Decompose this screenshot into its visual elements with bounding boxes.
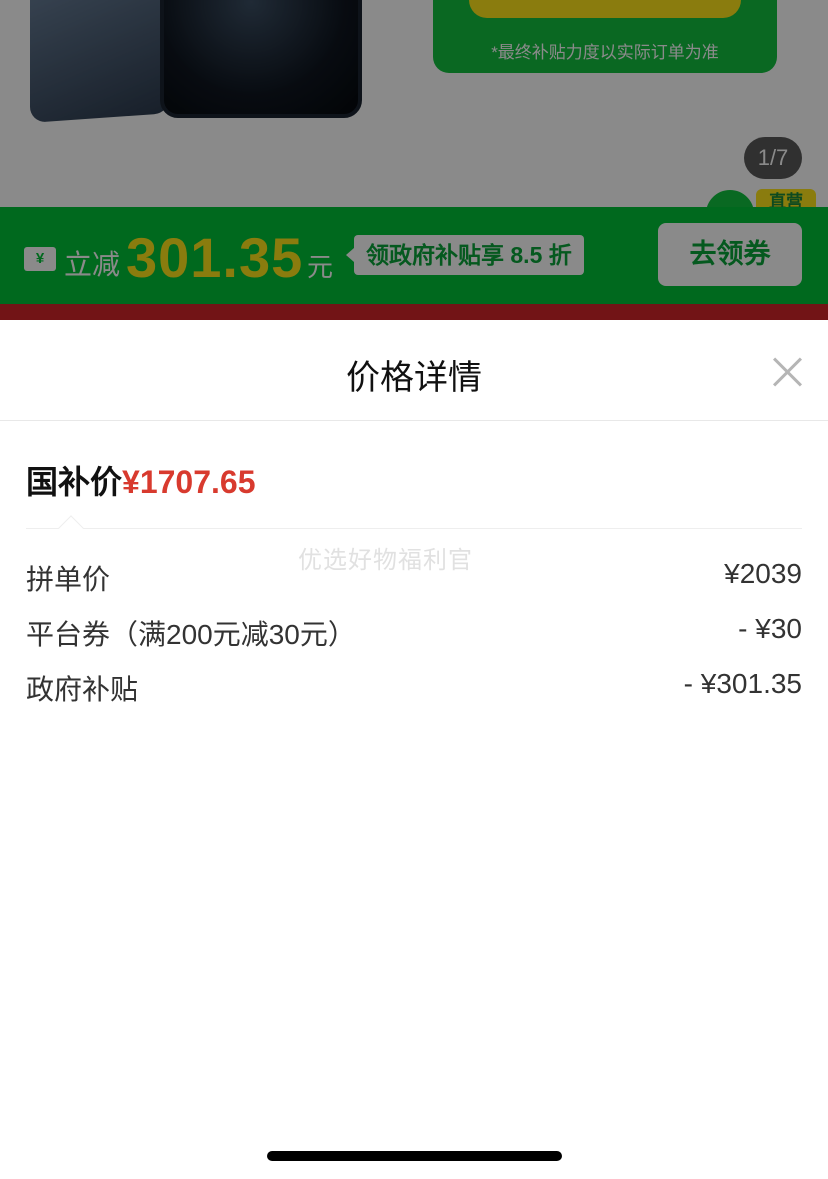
subsidy-amount: 301.35 bbox=[126, 226, 304, 289]
get-coupon-button[interactable]: 去领券 bbox=[658, 223, 802, 286]
promo-banner bbox=[469, 0, 741, 18]
detail-row-group-price: 拼单价 ¥2039 bbox=[26, 558, 802, 598]
subsidy-label: 立减 bbox=[64, 249, 121, 280]
detail-row-platform-coupon: 平台券（满200元减30元） - ¥30 bbox=[26, 613, 802, 653]
image-page-counter: 1/7 bbox=[744, 137, 802, 179]
close-icon[interactable] bbox=[766, 350, 810, 394]
final-price-row: 国补价¥1707.65 bbox=[26, 457, 255, 503]
sheet-header: 价格详情 bbox=[0, 320, 828, 421]
divider bbox=[26, 528, 802, 529]
detail-row-gov-subsidy: 政府补贴 - ¥301.35 bbox=[26, 668, 802, 708]
product-page-background: *最终补贴力度以实际订单为准 1/7 直营 ¥ 立减 301.35 元 领政府补… bbox=[0, 0, 828, 320]
subsidy-bar: ¥ 立减 301.35 元 领政府补贴享 8.5 折 去领券 bbox=[0, 207, 828, 304]
subsidy-unit: 元 bbox=[307, 252, 334, 282]
discount-tag: 领政府补贴享 8.5 折 bbox=[346, 235, 584, 275]
price-detail-sheet: 价格详情 国补价¥1707.65 优选好物福利官 拼单价 ¥2039 平台券（满… bbox=[0, 320, 828, 1179]
promo-card: *最终补贴力度以实际订单为准 bbox=[433, 0, 777, 73]
detail-row-label: 拼单价 bbox=[26, 564, 111, 595]
promo-note: *最终补贴力度以实际订单为准 bbox=[491, 43, 719, 62]
product-image-tablet-back bbox=[30, 0, 170, 123]
home-indicator[interactable] bbox=[267, 1151, 562, 1161]
price-strip bbox=[0, 304, 828, 320]
detail-row-value: - ¥30 bbox=[738, 613, 802, 644]
divider-notch bbox=[58, 515, 84, 541]
detail-row-value: - ¥301.35 bbox=[683, 668, 802, 699]
final-price-label: 国补价 bbox=[26, 464, 123, 500]
product-image-tablet-front bbox=[160, 0, 362, 118]
sheet-title: 价格详情 bbox=[346, 359, 482, 397]
detail-row-label: 平台券（满200元减30元） bbox=[26, 619, 356, 650]
detail-row-value: ¥2039 bbox=[724, 558, 802, 589]
detail-row-label: 政府补贴 bbox=[26, 674, 139, 705]
final-price-value: ¥1707.65 bbox=[122, 464, 256, 500]
ticket-icon: ¥ bbox=[24, 247, 56, 271]
